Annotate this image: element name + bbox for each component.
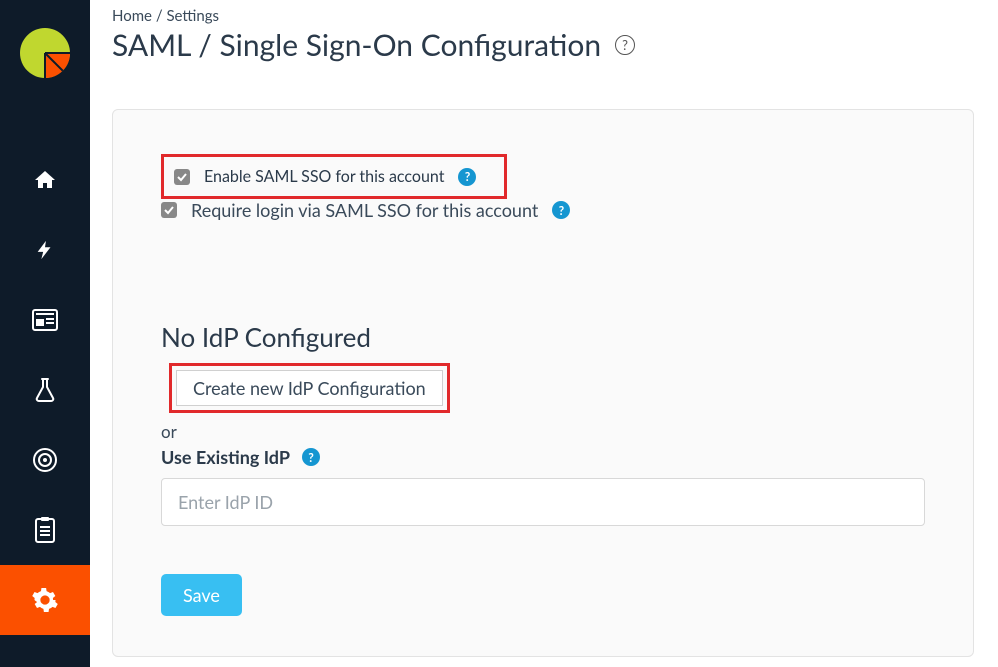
logo: [0, 0, 90, 105]
target-icon: [32, 447, 58, 473]
clipboard-icon: [34, 516, 56, 544]
create-idp-highlight: Create new IdP Configuration: [169, 363, 450, 413]
idp-id-input[interactable]: [161, 478, 925, 526]
news-icon: [32, 309, 58, 331]
nav-target[interactable]: [0, 425, 90, 495]
nav-bolt[interactable]: [0, 215, 90, 285]
breadcrumb-sep: /: [156, 7, 167, 25]
breadcrumb: Home / Settings: [112, 7, 998, 25]
breadcrumb-home[interactable]: Home: [112, 7, 152, 25]
nav-news[interactable]: [0, 285, 90, 355]
bolt-icon: [34, 237, 56, 263]
nav-flask[interactable]: [0, 355, 90, 425]
nav-settings[interactable]: [0, 565, 90, 635]
require-sso-label: Require login via SAML SSO for this acco…: [191, 199, 538, 221]
help-icon[interactable]: ?: [615, 35, 635, 55]
main-content: Home / Settings SAML / Single Sign-On Co…: [90, 0, 998, 667]
flask-icon: [34, 377, 56, 403]
nav-home[interactable]: [0, 145, 90, 215]
settings-card: Enable SAML SSO for this account ? Requi…: [112, 109, 974, 657]
sidebar: [0, 0, 90, 667]
require-sso-row: Require login via SAML SSO for this acco…: [161, 199, 925, 221]
help-icon[interactable]: ?: [302, 448, 320, 466]
help-icon[interactable]: ?: [458, 168, 476, 186]
nav-clipboard[interactable]: [0, 495, 90, 565]
enable-sso-label: Enable SAML SSO for this account: [204, 167, 444, 186]
check-icon: [163, 204, 175, 216]
gear-icon: [31, 586, 59, 614]
page-title: SAML / Single Sign-On Configuration: [112, 27, 601, 63]
use-existing-label: Use Existing IdP: [161, 446, 290, 468]
breadcrumb-settings[interactable]: Settings: [166, 7, 219, 25]
page-title-row: SAML / Single Sign-On Configuration ?: [112, 27, 998, 63]
check-icon: [176, 171, 188, 183]
enable-sso-highlight: Enable SAML SSO for this account ?: [161, 154, 507, 199]
help-icon[interactable]: ?: [552, 201, 570, 219]
enable-sso-checkbox[interactable]: [174, 169, 190, 185]
or-text: or: [161, 421, 925, 442]
save-button[interactable]: Save: [161, 574, 242, 616]
use-existing-row: Use Existing IdP ?: [161, 446, 925, 468]
home-icon: [33, 168, 57, 192]
idp-heading: No IdP Configured: [161, 321, 925, 353]
pie-logo-icon: [18, 26, 72, 80]
nav-items: [0, 145, 90, 635]
require-sso-checkbox[interactable]: [161, 202, 177, 218]
create-idp-button[interactable]: Create new IdP Configuration: [176, 370, 443, 406]
